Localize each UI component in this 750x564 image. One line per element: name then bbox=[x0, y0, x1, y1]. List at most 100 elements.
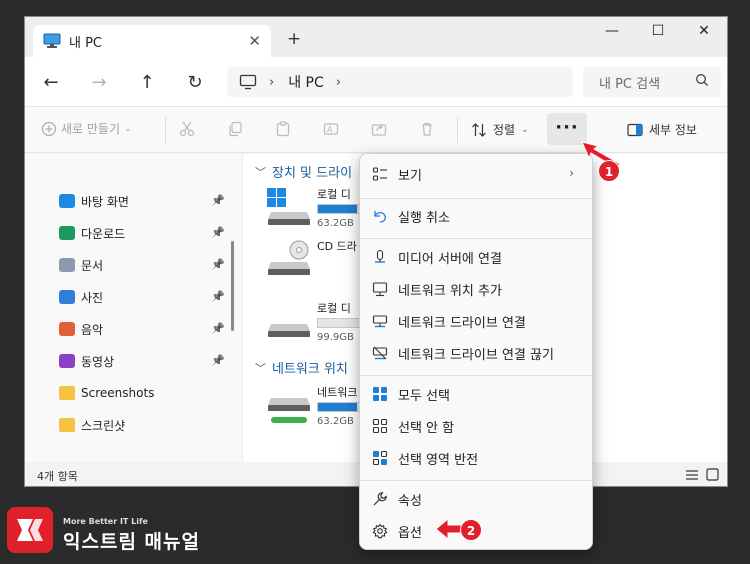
up-button[interactable]: ↑ bbox=[135, 72, 159, 93]
menu-item-label: 선택 영역 반전 bbox=[398, 452, 479, 468]
chevron-down-icon: ⌄ bbox=[124, 123, 132, 134]
cut-icon[interactable] bbox=[179, 121, 195, 137]
menu-item-select-none[interactable]: 선택 안 함 bbox=[360, 410, 592, 442]
sidebar-scrollbar[interactable] bbox=[231, 241, 234, 331]
menu-item-label: 네트워크 위치 추가 bbox=[398, 283, 502, 299]
group-label: 장치 및 드라이 bbox=[272, 166, 353, 181]
rename-icon[interactable]: A bbox=[323, 121, 339, 137]
tab-close-icon[interactable]: ✕ bbox=[248, 32, 261, 50]
sidebar-item-label: 사진 bbox=[81, 290, 104, 305]
media-server-icon bbox=[375, 249, 385, 263]
menu-item-label: 속성 bbox=[398, 493, 422, 509]
drive-usage-bar bbox=[317, 318, 363, 328]
pin-icon: 📌 bbox=[211, 322, 225, 335]
menu-item-add-network-location[interactable]: 네트워크 위치 추가 bbox=[360, 273, 592, 305]
sidebar-item-label: 다운로드 bbox=[81, 226, 126, 241]
site-logo: More Better IT Life 익스트림 매뉴얼 bbox=[7, 505, 217, 555]
menu-item-label: 실행 취소 bbox=[398, 210, 450, 226]
breadcrumb-chevron-icon[interactable]: › bbox=[336, 75, 341, 90]
logo-mark bbox=[7, 507, 53, 553]
pin-icon: 📌 bbox=[211, 226, 225, 239]
forward-button[interactable]: → bbox=[87, 72, 111, 93]
folder-icon bbox=[59, 386, 75, 400]
breadcrumb-chevron-icon: › bbox=[269, 74, 275, 90]
invert-selection-icon bbox=[372, 450, 388, 466]
details-view-icon[interactable] bbox=[685, 469, 699, 481]
sort-icon bbox=[472, 122, 486, 137]
windows-drive-icon bbox=[267, 188, 310, 225]
sidebar-item[interactable]: Screenshots bbox=[59, 382, 154, 404]
drive-label: 네트워크 bbox=[317, 386, 358, 399]
sidebar-item-label: 동영상 bbox=[81, 354, 115, 369]
new-button[interactable]: 새로 만들기 ⌄ bbox=[41, 120, 132, 137]
drive-item-network[interactable]: 네트워크 63.2GB bbox=[267, 384, 363, 432]
menu-item-map-network-drive[interactable]: 네트워크 드라이브 연결 bbox=[360, 305, 592, 337]
maximize-button[interactable]: ☐ bbox=[643, 23, 673, 39]
menu-item-select-all[interactable]: 모두 선택 bbox=[360, 378, 592, 410]
menu-item-view[interactable]: 보기 › bbox=[360, 158, 592, 190]
sort-button[interactable]: 정렬 ⌄ bbox=[471, 121, 529, 138]
tiles-view-icon[interactable] bbox=[706, 468, 719, 481]
menu-item-connect-media-server[interactable]: 미디어 서버에 연결 bbox=[360, 241, 592, 273]
ex-logo-icon bbox=[17, 519, 43, 541]
group-network-locations[interactable]: ﹀ 네트워크 위치 bbox=[255, 358, 348, 378]
select-all-icon bbox=[373, 387, 387, 401]
share-icon[interactable] bbox=[371, 121, 387, 137]
back-button[interactable]: ← bbox=[39, 72, 63, 93]
menu-item-invert-selection[interactable]: 선택 영역 반전 bbox=[360, 442, 592, 474]
drive-label: 로컬 디 bbox=[317, 188, 351, 201]
sidebar-item[interactable]: 다운로드 bbox=[59, 222, 125, 244]
menu-separator bbox=[360, 238, 592, 239]
menu-item-disconnect-network-drive[interactable]: 네트워크 드라이브 연결 끊기 bbox=[360, 337, 592, 369]
download-icon bbox=[59, 226, 75, 240]
delete-icon[interactable] bbox=[419, 121, 435, 137]
details-pane-button[interactable]: 세부 정보 bbox=[627, 121, 697, 138]
sidebar-item[interactable]: 스크린샷 bbox=[59, 414, 125, 436]
drive-item-local-d[interactable]: 로컬 디 99.9GB bbox=[267, 300, 363, 344]
close-window-button[interactable]: ✕ bbox=[689, 23, 719, 39]
drive-item-cd[interactable]: CD 드라 bbox=[267, 238, 357, 282]
group-label: 네트워크 위치 bbox=[272, 362, 348, 377]
search-input[interactable]: 내 PC 검색 bbox=[583, 67, 721, 97]
refresh-button[interactable]: ↻ bbox=[183, 72, 207, 93]
group-devices-and-drives[interactable]: ﹀ 장치 및 드라이 bbox=[255, 162, 353, 182]
logo-name: 익스트림 매뉴얼 bbox=[63, 531, 200, 553]
navigation-pane bbox=[25, 154, 241, 462]
paste-icon[interactable] bbox=[275, 121, 291, 137]
sidebar-item[interactable]: 동영상 bbox=[59, 350, 114, 372]
menu-item-label: 미디어 서버에 연결 bbox=[398, 251, 502, 267]
chevron-down-icon: ﹀ bbox=[255, 361, 266, 375]
breadcrumb-my-pc[interactable]: 내 PC bbox=[288, 72, 324, 92]
item-count: 4개 항목 bbox=[37, 470, 78, 483]
disconnect-drive-icon bbox=[372, 346, 388, 360]
drive-capacity: 63.2GB bbox=[317, 218, 354, 229]
drive-item-local-c[interactable]: 로컬 디 63.2GB bbox=[267, 186, 363, 230]
drive-capacity: 99.9GB bbox=[317, 332, 354, 343]
step-badge-1: 1 bbox=[598, 160, 620, 182]
logo-tagline: More Better IT Life bbox=[63, 517, 148, 526]
sidebar-item-label: 바탕 화면 bbox=[81, 194, 129, 209]
tab-title: 내 PC bbox=[69, 35, 103, 51]
details-label: 세부 정보 bbox=[649, 123, 697, 137]
menu-item-properties[interactable]: 속성 bbox=[360, 483, 592, 515]
menu-item-label: 선택 안 함 bbox=[398, 420, 455, 436]
sidebar-item[interactable]: 음악 bbox=[59, 318, 103, 340]
sidebar-item[interactable]: 문서 bbox=[59, 254, 103, 276]
toolbar-divider bbox=[457, 117, 458, 143]
sidebar-item[interactable]: 바탕 화면 bbox=[59, 190, 129, 212]
address-bar[interactable]: › 내 PC › bbox=[227, 67, 573, 97]
minimize-button[interactable]: — bbox=[597, 23, 627, 39]
sidebar-item[interactable]: 사진 bbox=[59, 286, 103, 308]
see-more-menu: 보기 › 실행 취소 미디어 서버에 연결 네트워크 위치 추가 네트워크 드라 bbox=[359, 153, 593, 550]
pin-icon: 📌 bbox=[211, 354, 225, 367]
desktop-icon bbox=[59, 194, 75, 208]
search-icon[interactable] bbox=[695, 73, 709, 87]
new-tab-button[interactable]: + bbox=[287, 29, 301, 49]
sidebar-item-label: 문서 bbox=[81, 258, 104, 273]
menu-item-undo[interactable]: 실행 취소 bbox=[360, 200, 592, 232]
copy-icon[interactable] bbox=[227, 121, 243, 137]
details-pane-icon bbox=[627, 123, 643, 136]
new-button-label: 새로 만들기 bbox=[61, 122, 121, 136]
pc-icon bbox=[43, 33, 61, 48]
tab-my-pc[interactable]: 내 PC ✕ bbox=[33, 25, 271, 57]
